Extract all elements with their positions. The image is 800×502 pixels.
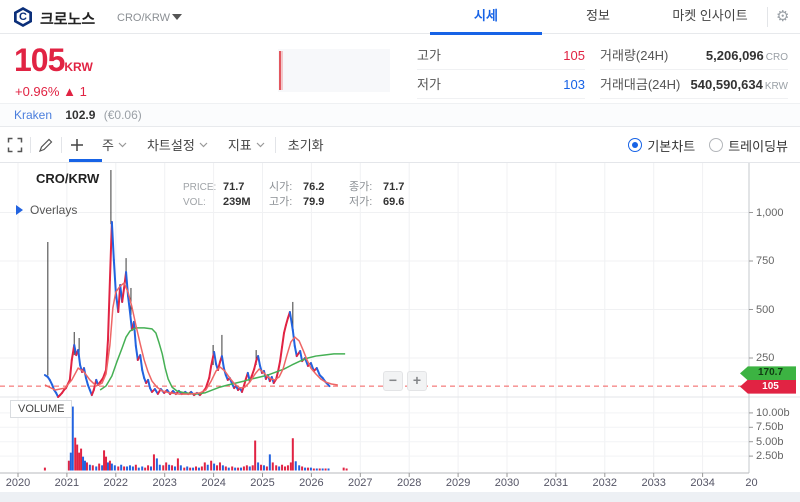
volume-tick-label: 2.50b (756, 450, 784, 462)
x-axis-year-label: 2020 (6, 477, 30, 489)
x-axis-year-label: 2021 (55, 477, 79, 489)
stat-row-high: 고가 105 (417, 41, 585, 70)
price-tick-label: 750 (756, 255, 774, 267)
price-tick-label: 250 (756, 352, 774, 364)
chart-type-radios: 기본차트 트레이딩뷰 (628, 127, 788, 163)
chart-legend: PRICE:71.7시가:76.2종가:71.7 VOL:239M고가:79.9… (183, 180, 429, 210)
current-price: 105KRW (14, 42, 93, 79)
x-axis-year-label: 2027 (348, 477, 372, 489)
legend-vol: 239M (223, 195, 269, 210)
coin-title: 크로노스 (40, 8, 95, 29)
price-tick-label: 500 (756, 304, 774, 316)
chevron-down-icon (118, 142, 127, 148)
exchange-row[interactable]: Kraken 102.9 (€0.06) (0, 103, 800, 127)
price-currency: KRW (64, 60, 92, 74)
interval-dropdown[interactable]: 주 (102, 135, 127, 154)
tab-price[interactable]: 시세 (430, 0, 542, 34)
stat-row-low: 저가 103 (417, 70, 585, 99)
turnover-value: 540,590,634KRW (691, 70, 788, 98)
overlays-toggle[interactable]: Overlays (16, 203, 77, 217)
x-axis-year-label: 2034 (690, 477, 714, 489)
price-tick-label: 1,000 (756, 207, 784, 219)
x-axis-year-label: 2028 (397, 477, 421, 489)
legend-close: 71.7 (383, 180, 429, 195)
volume-tick-label: 7.50b (756, 421, 784, 433)
low-value: 103 (563, 70, 585, 98)
volume-stats: 거래량(24H) 5,206,096CRO 거래대금(24H) 540,590,… (600, 41, 788, 99)
chart-toolbar: 주 차트설정 지표 초기화 기본차트 트레이딩뷰 (0, 127, 800, 163)
quote-section: 105KRW +0.96% ▲ 1 고가 105 저가 103 거래량(24H)… (0, 34, 800, 103)
x-axis-year-label: 2033 (641, 477, 665, 489)
radio-unselected-icon (709, 138, 723, 152)
header-tabs: 시세 정보 마켓 인사이트 (430, 0, 766, 34)
chart-settings-dropdown[interactable]: 차트설정 (147, 135, 208, 154)
x-axis-year-label: 2024 (201, 477, 225, 489)
tab-info[interactable]: 정보 (542, 0, 654, 34)
x-axis-year-label: 2026 (299, 477, 323, 489)
tab-market-insight[interactable]: 마켓 인사이트 (654, 0, 766, 34)
chevron-down-icon (256, 142, 265, 148)
legend-open: 76.2 (303, 180, 349, 195)
x-axis-year-label: 2025 (250, 477, 274, 489)
x-axis-year-label: 2022 (104, 477, 128, 489)
up-arrow-icon: ▲ (63, 84, 76, 99)
gear-icon[interactable]: ⚙ (776, 7, 789, 25)
chevron-down-icon (199, 142, 208, 148)
exchange-name[interactable]: Kraken (14, 108, 52, 122)
coin-dropdown-caret-icon[interactable] (172, 14, 182, 20)
exchange-price: 102.9 (65, 108, 95, 122)
cronos-logo-icon: C (13, 7, 33, 27)
stat-row-turnover: 거래대금(24H) 540,590,634KRW (600, 70, 788, 99)
high-low-stats: 고가 105 저가 103 (417, 41, 585, 99)
add-indicator-icon[interactable] (69, 137, 85, 153)
legend-high: 79.9 (303, 195, 349, 210)
x-axis-year-label: 2032 (593, 477, 617, 489)
zoom-out-button[interactable]: − (383, 371, 403, 391)
active-tool-underline (69, 159, 102, 162)
mini-sparkline (278, 49, 390, 92)
volume-pane-label: VOLUME (10, 400, 72, 418)
bottom-scrollbar-track (0, 492, 800, 502)
price-change: +0.96% ▲ 1 (15, 84, 87, 99)
header-divider (767, 7, 768, 27)
x-axis-year-label: 2031 (544, 477, 568, 489)
fullscreen-icon[interactable] (7, 137, 23, 153)
x-axis-year-label: 20 (745, 477, 757, 489)
legend-low: 69.6 (383, 195, 429, 210)
volume-tick-label: 10.00b (756, 407, 790, 419)
x-axis-year-label: 2029 (446, 477, 470, 489)
radio-basic-chart[interactable]: 기본차트 (628, 136, 695, 155)
price-chart-canvas[interactable] (0, 163, 800, 502)
volume-value: 5,206,096CRO (706, 41, 788, 69)
legend-price: 71.7 (223, 180, 269, 195)
x-axis-year-label: 2030 (495, 477, 519, 489)
upper-price-badge: 170.7 (740, 366, 796, 380)
x-axis-year-label: 2023 (152, 477, 176, 489)
volume-tick-label: 5.00b (756, 436, 784, 448)
radio-selected-icon (628, 138, 642, 152)
draw-pencil-icon[interactable] (38, 137, 54, 153)
chart-area: CRO/KRW Overlays PRICE:71.7시가:76.2종가:71.… (0, 163, 800, 502)
radio-tradingview[interactable]: 트레이딩뷰 (709, 136, 788, 155)
chart-symbol-label: CRO/KRW (36, 171, 99, 186)
stat-row-volume: 거래량(24H) 5,206,096CRO (600, 41, 788, 70)
reset-button[interactable]: 초기화 (288, 135, 324, 154)
current-price-badge: 105 (740, 380, 796, 394)
high-value: 105 (563, 41, 585, 69)
play-triangle-icon (16, 205, 23, 215)
indicators-dropdown[interactable]: 지표 (228, 135, 265, 154)
coin-pair-label: CRO/KRW (117, 12, 170, 24)
page-header: C 크로노스 CRO/KRW 시세 정보 마켓 인사이트 ⚙ (0, 0, 800, 34)
exchange-alt-price: (€0.06) (104, 108, 142, 122)
zoom-in-button[interactable]: + (407, 371, 427, 391)
